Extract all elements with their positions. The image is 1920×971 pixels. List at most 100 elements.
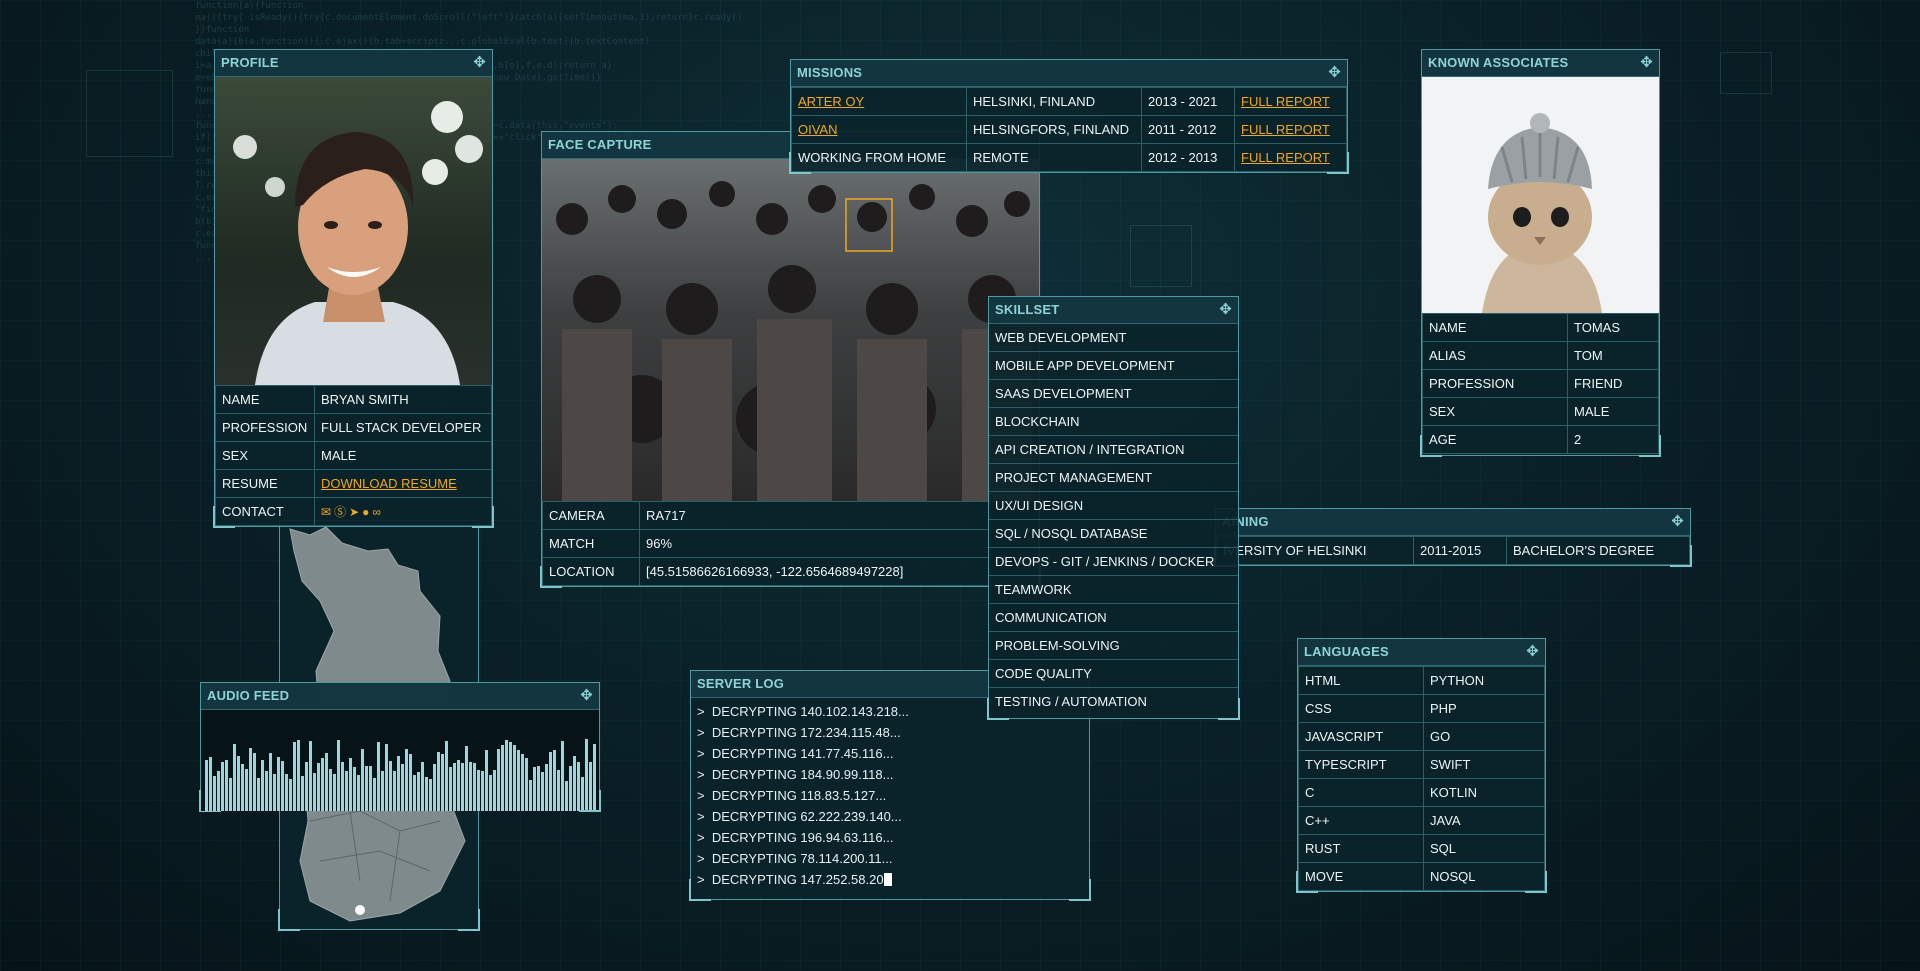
log-line: > DECRYPTING 147.252.58.20 bbox=[691, 869, 1089, 890]
waveform-bar bbox=[365, 766, 368, 811]
training-school: IVERSITY OF HELSINKI bbox=[1216, 536, 1414, 565]
skill-item: SQL / NOSQL DATABASE bbox=[989, 520, 1238, 548]
full-report-link[interactable]: FULL REPORT bbox=[1241, 150, 1330, 165]
table-row: AGE 2 bbox=[1422, 425, 1659, 454]
move-icon[interactable]: ✥ bbox=[1526, 639, 1539, 665]
waveform-bar bbox=[301, 775, 304, 811]
github-icon[interactable]: ● bbox=[362, 505, 369, 519]
link-icon[interactable]: ∞ bbox=[372, 505, 381, 519]
waveform-bar bbox=[429, 779, 432, 811]
mission-location: HELSINGFORS, FINLAND bbox=[966, 115, 1142, 144]
language-cell: SWIFT bbox=[1423, 750, 1545, 779]
waveform-bar bbox=[317, 763, 320, 811]
skill-item: WEB DEVELOPMENT bbox=[989, 324, 1238, 352]
waveform-bar bbox=[385, 743, 388, 811]
full-report-link[interactable]: FULL REPORT bbox=[1241, 122, 1330, 137]
audio-feed-panel: AUDIO FEED ✥ bbox=[199, 682, 601, 812]
row-value: MALE bbox=[314, 441, 492, 470]
row-label: SEX bbox=[215, 441, 315, 470]
face-capture-panel: FACE CAPTURE CAMERA RA717 MATCH 96% LOCA… bbox=[540, 131, 1041, 588]
waveform-bar bbox=[413, 775, 416, 811]
move-icon[interactable]: ✥ bbox=[1328, 60, 1341, 86]
panel-header[interactable]: PROFILE ✥ bbox=[215, 50, 492, 77]
language-cell: NOSQL bbox=[1423, 862, 1545, 891]
waveform-bar bbox=[237, 756, 240, 811]
mission-years: 2013 - 2021 bbox=[1141, 87, 1235, 116]
waveform-bar bbox=[341, 762, 344, 811]
waveform-bar bbox=[585, 739, 588, 811]
full-report-link[interactable]: FULL REPORT bbox=[1241, 94, 1330, 109]
waveform-bar bbox=[433, 763, 436, 811]
waveform-bar bbox=[445, 740, 448, 811]
waveform-bar bbox=[305, 762, 308, 811]
profile-panel: PROFILE ✥ NAME BRYAN SMITH PROFESSION FU… bbox=[213, 49, 494, 528]
waveform-bar bbox=[593, 744, 596, 811]
person-portrait-icon bbox=[233, 101, 483, 385]
language-cell: KOTLIN bbox=[1423, 778, 1545, 807]
waveform-bar bbox=[489, 775, 492, 811]
skype-icon[interactable]: Ⓢ bbox=[334, 505, 346, 519]
move-icon[interactable]: ✥ bbox=[473, 50, 486, 76]
waveform-bar bbox=[581, 777, 584, 811]
waveform-bar bbox=[357, 774, 360, 811]
skill-item: TESTING / AUTOMATION bbox=[995, 694, 1147, 709]
language-cell: JAVASCRIPT bbox=[1298, 722, 1424, 751]
table-row: C++ JAVA bbox=[1298, 806, 1545, 835]
panel-header[interactable]: SKILLSET ✥ bbox=[989, 297, 1238, 324]
company-link[interactable]: ARTER OY bbox=[798, 94, 864, 109]
move-icon[interactable]: ✥ bbox=[580, 683, 593, 709]
waveform-bar bbox=[397, 755, 400, 811]
mission-years: 2011 - 2012 bbox=[1141, 115, 1235, 144]
move-icon[interactable]: ✥ bbox=[1671, 509, 1684, 535]
panel-header[interactable]: MISSIONS ✥ bbox=[791, 60, 1347, 87]
table-row: MATCH 96% bbox=[542, 529, 1039, 558]
language-cell: C bbox=[1298, 778, 1424, 807]
move-icon[interactable]: ✥ bbox=[1640, 50, 1653, 76]
panel-header[interactable]: KNOWN ASSOCIATES ✥ bbox=[1422, 50, 1659, 77]
waveform-bar bbox=[561, 740, 564, 811]
waveform-bar bbox=[337, 739, 340, 811]
waveform-bar bbox=[249, 748, 252, 811]
waveform-bar bbox=[277, 757, 280, 811]
waveform-bar bbox=[221, 762, 224, 811]
language-cell: SQL bbox=[1423, 834, 1545, 863]
panel-header[interactable]: AUDIO FEED ✥ bbox=[201, 683, 599, 710]
waveform-bar bbox=[241, 763, 244, 811]
table-row: RESUME DOWNLOAD RESUME bbox=[215, 469, 492, 498]
telegram-icon[interactable]: ➤ bbox=[349, 505, 359, 519]
waveform-bar bbox=[449, 767, 452, 811]
row-label: ALIAS bbox=[1422, 341, 1568, 370]
waveform-bar bbox=[541, 771, 544, 811]
language-cell: C++ bbox=[1298, 806, 1424, 835]
skill-item: CODE QUALITY bbox=[989, 660, 1238, 688]
skill-item: PROJECT MANAGEMENT bbox=[989, 464, 1238, 492]
row-label: NAME bbox=[1422, 313, 1568, 342]
waveform-bar bbox=[325, 752, 328, 811]
waveform-bar bbox=[333, 773, 336, 811]
company-link[interactable]: OIVAN bbox=[798, 122, 838, 137]
waveform-bar bbox=[261, 760, 264, 811]
deco-square bbox=[1130, 225, 1192, 287]
waveform-bar bbox=[393, 771, 396, 811]
panel-header[interactable]: LANGUAGES ✥ bbox=[1298, 639, 1545, 666]
panel-header[interactable]: AINING ✥ bbox=[1216, 509, 1690, 536]
waveform-bar bbox=[269, 752, 272, 811]
waveform-bar bbox=[349, 758, 352, 811]
waveform-bar bbox=[381, 770, 384, 811]
row-label: RESUME bbox=[215, 469, 315, 498]
panel-title: FACE CAPTURE bbox=[548, 137, 652, 152]
log-line: > DECRYPTING 184.90.99.118... bbox=[697, 767, 894, 782]
mail-icon[interactable]: ✉ bbox=[321, 505, 331, 519]
training-table: IVERSITY OF HELSINKI 2011-2015 BACHELOR'… bbox=[1216, 536, 1690, 565]
waveform-bar bbox=[329, 769, 332, 811]
waveform-bar bbox=[505, 740, 508, 811]
deco-square bbox=[1720, 52, 1772, 94]
row-value: 2 bbox=[1567, 425, 1659, 454]
cat-portrait-icon bbox=[1482, 113, 1602, 313]
move-icon[interactable]: ✥ bbox=[1219, 297, 1232, 323]
table-row: NAME BRYAN SMITH bbox=[215, 385, 492, 414]
download-resume-link[interactable]: DOWNLOAD RESUME bbox=[321, 476, 457, 491]
face-capture-table: CAMERA RA717 MATCH 96% LOCATION [45.5158… bbox=[542, 501, 1039, 586]
waveform-bar bbox=[537, 766, 540, 811]
table-row: ARTER OY HELSINKI, FINLAND 2013 - 2021 F… bbox=[791, 87, 1347, 116]
